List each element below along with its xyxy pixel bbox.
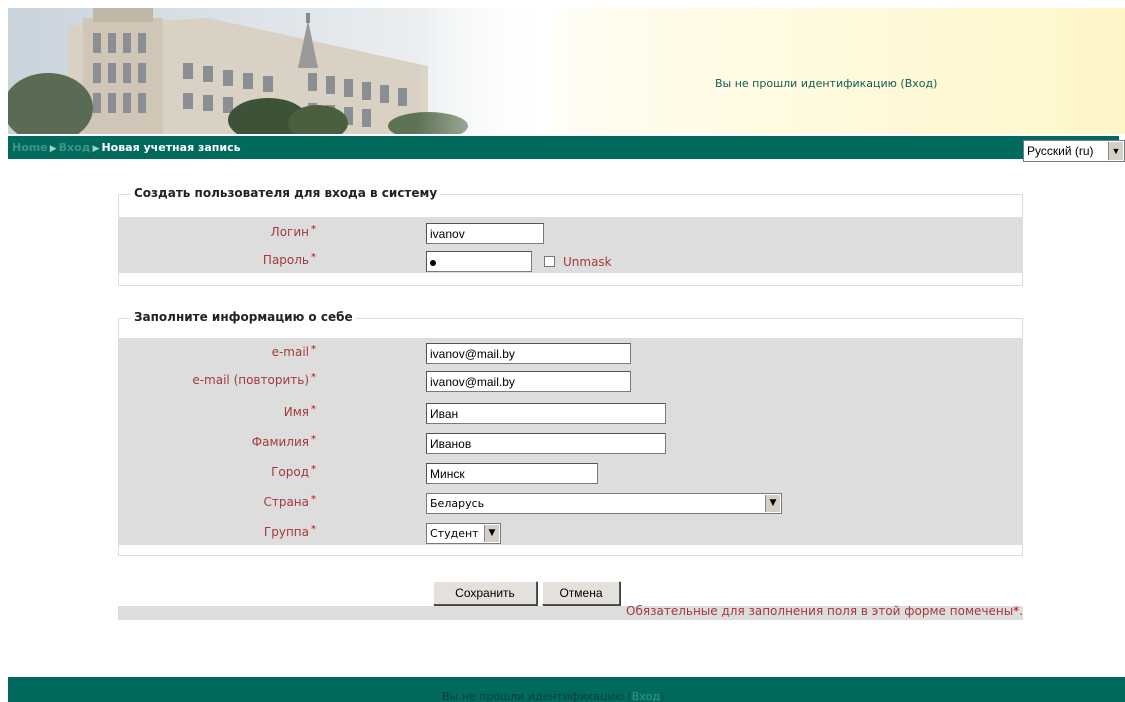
password-row: Пароль * Unmask [119,251,1022,275]
breadcrumb-current: Новая учетная запись [101,141,241,154]
group-row: Группа * Студент ▼ [119,523,1022,547]
city-label: Город * [271,464,316,479]
account-fieldset: Создать пользователя для входа в систему… [118,186,1023,286]
group-select-value: Студент [430,527,479,540]
site-header: Вы не прошли идентификацию (Вход) [8,8,1125,134]
chevron-down-icon: ▼ [484,525,499,542]
lastname-label: Фамилия * [251,434,316,449]
required-star-icon: * [311,344,316,355]
firstname-row: Имя * Иван [119,403,1022,427]
footer-login-status: Вы не прошли идентификацию (Вход) [442,690,665,702]
account-legend: Создать пользователя для входа в систему [131,186,441,200]
required-star-icon: * [311,524,316,535]
group-select[interactable]: Студент ▼ [426,523,501,544]
cancel-button[interactable]: Отмена [542,581,620,605]
breadcrumb-login-link[interactable]: Вход [59,141,91,154]
breadcrumb-separator-icon: ▶ [49,144,57,154]
email-repeat-input[interactable]: ivanov@mail.by [426,371,631,392]
required-star-icon: * [311,434,316,445]
language-select[interactable]: Русский (ru) ▼ [1023,140,1125,162]
profile-fieldset: Заполните информацию о себе e-mail * ivan… [118,310,1023,556]
country-row: Страна * Беларусь ▼ [119,493,1022,517]
lastname-row: Фамилия * Иванов [119,433,1022,457]
password-label: Пароль * [262,252,316,267]
required-fields-note: Обязательные для заполнения поля в этой … [626,604,1023,618]
site-footer: Вы не прошли идентификацию (Вход) [8,677,1125,702]
required-star-icon: * [311,464,316,475]
username-input[interactable]: ivanov [426,223,544,244]
username-row: Логин * ivanov [119,223,1022,247]
breadcrumb-home-link[interactable]: Home [12,141,48,154]
chevron-down-icon: ▼ [765,495,780,512]
unmask-label[interactable]: Unmask [563,255,612,269]
country-select[interactable]: Беларусь ▼ [426,493,782,514]
required-note-bar: Обязательные для заполнения поля в этой … [118,604,1023,620]
save-button[interactable]: Сохранить [433,581,537,605]
required-star-icon: * [311,494,316,505]
lastname-input[interactable]: Иванов [426,433,666,454]
email-label: e-mail * [271,344,316,359]
footer-login-link[interactable]: Вход [632,690,660,702]
password-mask-dot [430,260,436,266]
login-status-text[interactable]: Вы не прошли идентификацию (Вход) [715,77,937,90]
country-select-value: Беларусь [430,497,485,510]
firstname-input[interactable]: Иван [426,403,666,424]
group-label: Группа * [263,524,316,539]
email-row: e-mail * ivanov@mail.by [119,343,1022,367]
breadcrumb: Home ▶ Вход ▶ Новая учетная запись [12,141,241,154]
firstname-label: Имя * [283,404,316,419]
email-input[interactable]: ivanov@mail.by [426,343,631,364]
email-repeat-row: e-mail (повторить) * ivanov@mail.by [119,371,1022,395]
chevron-down-icon: ▼ [1108,142,1123,160]
required-star-icon: * [311,404,316,415]
account-fields: Логин * ivanov Пароль * Unmask [119,217,1022,273]
required-star-icon: * [311,252,316,263]
required-star-icon: * [311,372,316,383]
language-select-value: Русский (ru) [1027,144,1094,158]
navigation-bar: Home ▶ Вход ▶ Новая учетная запись [8,136,1119,159]
city-row: Город * Минск [119,463,1022,487]
unmask-checkbox[interactable] [544,256,555,267]
university-building-banner [8,8,553,134]
profile-legend: Заполните информацию о себе [131,310,356,324]
required-star-icon: * [311,224,316,235]
breadcrumb-separator-icon: ▶ [92,144,100,154]
profile-fields: e-mail * ivanov@mail.by e-mail (повторить… [119,338,1022,545]
city-input[interactable]: Минск [426,463,598,484]
country-label: Страна * [263,494,316,509]
username-label: Логин * [270,224,316,239]
email-repeat-label: e-mail (повторить) * [192,372,316,387]
password-input[interactable] [426,251,532,272]
